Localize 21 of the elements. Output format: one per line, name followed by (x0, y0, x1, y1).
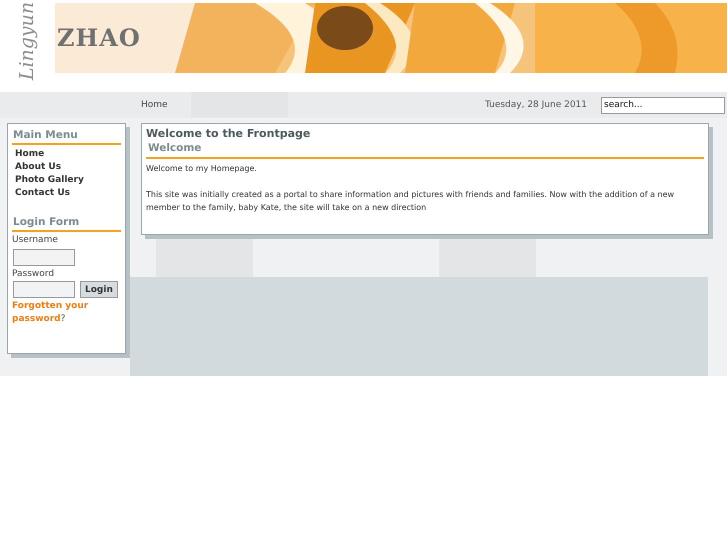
date-text: Tuesday, 28 June 2011 (484, 100, 587, 110)
menu-link[interactable]: Home (12, 147, 121, 160)
login-heading: Login Form (12, 215, 121, 232)
article-title: Welcome (146, 140, 704, 159)
script-logo-text: Lingyun (16, 1, 38, 80)
menu-link[interactable]: Contact Us (12, 186, 121, 199)
password-label: Password (12, 269, 56, 279)
site-logo-text: ZHAO (57, 23, 141, 52)
login-button[interactable]: Login (80, 281, 118, 298)
username-label: Username (12, 235, 59, 245)
paragraph: Welcome to my Homepage. (146, 163, 258, 175)
menu-link[interactable]: Photo Gallery (12, 173, 121, 186)
menu-heading: Main Menu (12, 128, 121, 145)
breadcrumb: Home (141, 100, 169, 110)
question-mark: ? (60, 314, 66, 324)
password-field[interactable] (13, 281, 75, 298)
menu-link[interactable]: About Us (12, 160, 121, 173)
page-title: Welcome to the Frontpage (146, 127, 312, 140)
username-field[interactable] (13, 249, 75, 266)
search-field[interactable]: search... (601, 96, 725, 114)
paragraph: This site was initially created as a portal to share information and pictures with friends and families. Now with the addition of a new member to the family, baby Kate, the site will take on a new direction (146, 189, 676, 214)
